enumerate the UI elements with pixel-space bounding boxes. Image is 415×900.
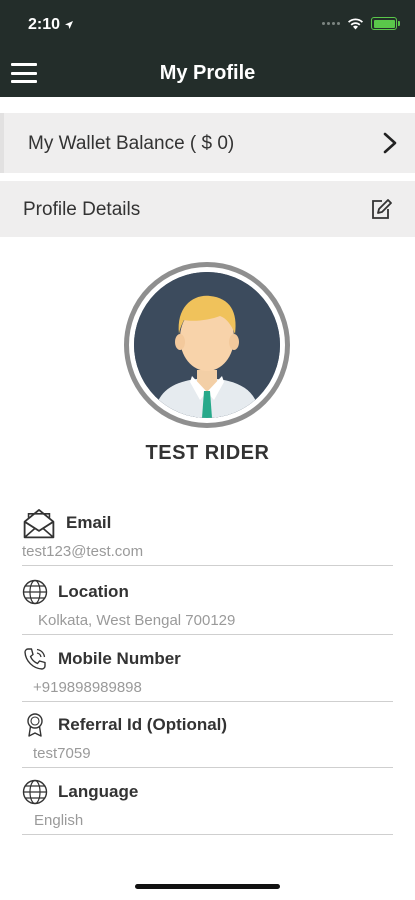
page-title: My Profile [159,62,256,84]
wallet-balance-label: My Wallet Balance ( $ 0) [28,133,235,154]
award-icon [27,713,43,737]
referral-id-value[interactable]: test7059 [33,744,393,764]
email-value[interactable]: test123@test.com [22,542,393,562]
profile-details-label: Profile Details [23,199,141,220]
language-field: Language English [22,777,393,835]
language-value[interactable]: English [34,811,393,831]
edit-icon[interactable] [369,197,393,221]
avatar-image [134,272,280,418]
row-accent [0,113,4,173]
location-arrow-icon [65,21,74,29]
wifi-icon [348,17,363,29]
email-field: Email test123@test.com [22,508,393,566]
status-time: 2:10 [28,16,74,34]
battery-icon [371,17,400,30]
language-label: Language [58,782,139,801]
profile-details-row: Profile Details [0,181,415,237]
phone-icon [24,648,46,670]
mobile-number-value[interactable]: +919898989898 [33,678,393,698]
status-bar: 2:10 [0,0,415,48]
globe-icon [22,779,48,805]
location-field: Location Kolkata, West Bengal 700129 [22,577,393,635]
wallet-balance-row[interactable]: My Wallet Balance ( $ 0) [0,113,415,173]
chevron-right-icon [383,132,397,154]
globe-icon [22,579,48,605]
mobile-number-label: Mobile Number [58,649,181,668]
signal-dots-icon [322,22,340,25]
app-header: 2:10 My Profile [0,0,415,97]
mobile-number-field: Mobile Number +919898989898 [22,644,393,702]
divider [22,701,393,702]
user-name: TEST RIDER [145,442,270,464]
divider [22,834,393,835]
user-avatar-illustration [134,272,280,418]
divider [22,565,393,566]
referral-id-field: Referral Id (Optional) test7059 [22,710,393,768]
location-label: Location [58,582,129,601]
referral-id-label: Referral Id (Optional) [58,715,228,734]
envelope-icon [23,509,55,539]
home-indicator[interactable] [135,884,280,889]
status-icons [322,17,400,30]
location-value[interactable]: Kolkata, West Bengal 700129 [38,611,393,631]
clock-text: 2:10 [28,16,61,33]
email-label: Email [66,513,112,532]
avatar [124,262,290,428]
divider [22,767,393,768]
divider [22,634,393,635]
